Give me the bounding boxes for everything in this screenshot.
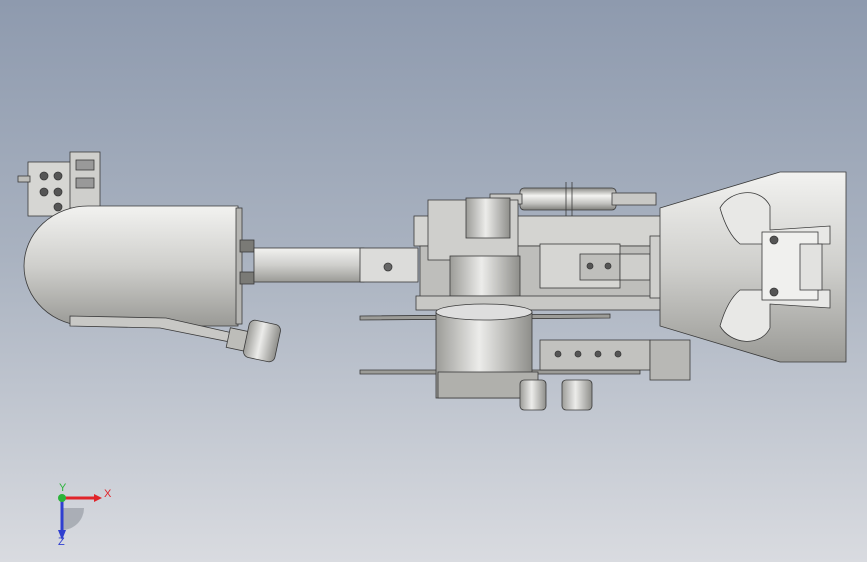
pneumatic-fittings[interactable] <box>519 339 691 411</box>
arm-shaft[interactable] <box>253 247 365 283</box>
y-axis-dot <box>58 494 66 502</box>
x-axis-label: X <box>104 488 112 500</box>
z-axis-label: Z <box>58 536 65 546</box>
motor-housing[interactable] <box>23 205 239 327</box>
x-axis-head <box>94 494 102 502</box>
y-axis-label: Y <box>59 482 67 494</box>
gripper-jaw[interactable] <box>659 171 847 363</box>
triad-plane <box>62 508 84 530</box>
cad-viewport[interactable]: X Y Z <box>0 0 867 562</box>
assembly-model[interactable] <box>0 0 867 562</box>
coordinate-triad: X Y Z <box>58 482 112 546</box>
